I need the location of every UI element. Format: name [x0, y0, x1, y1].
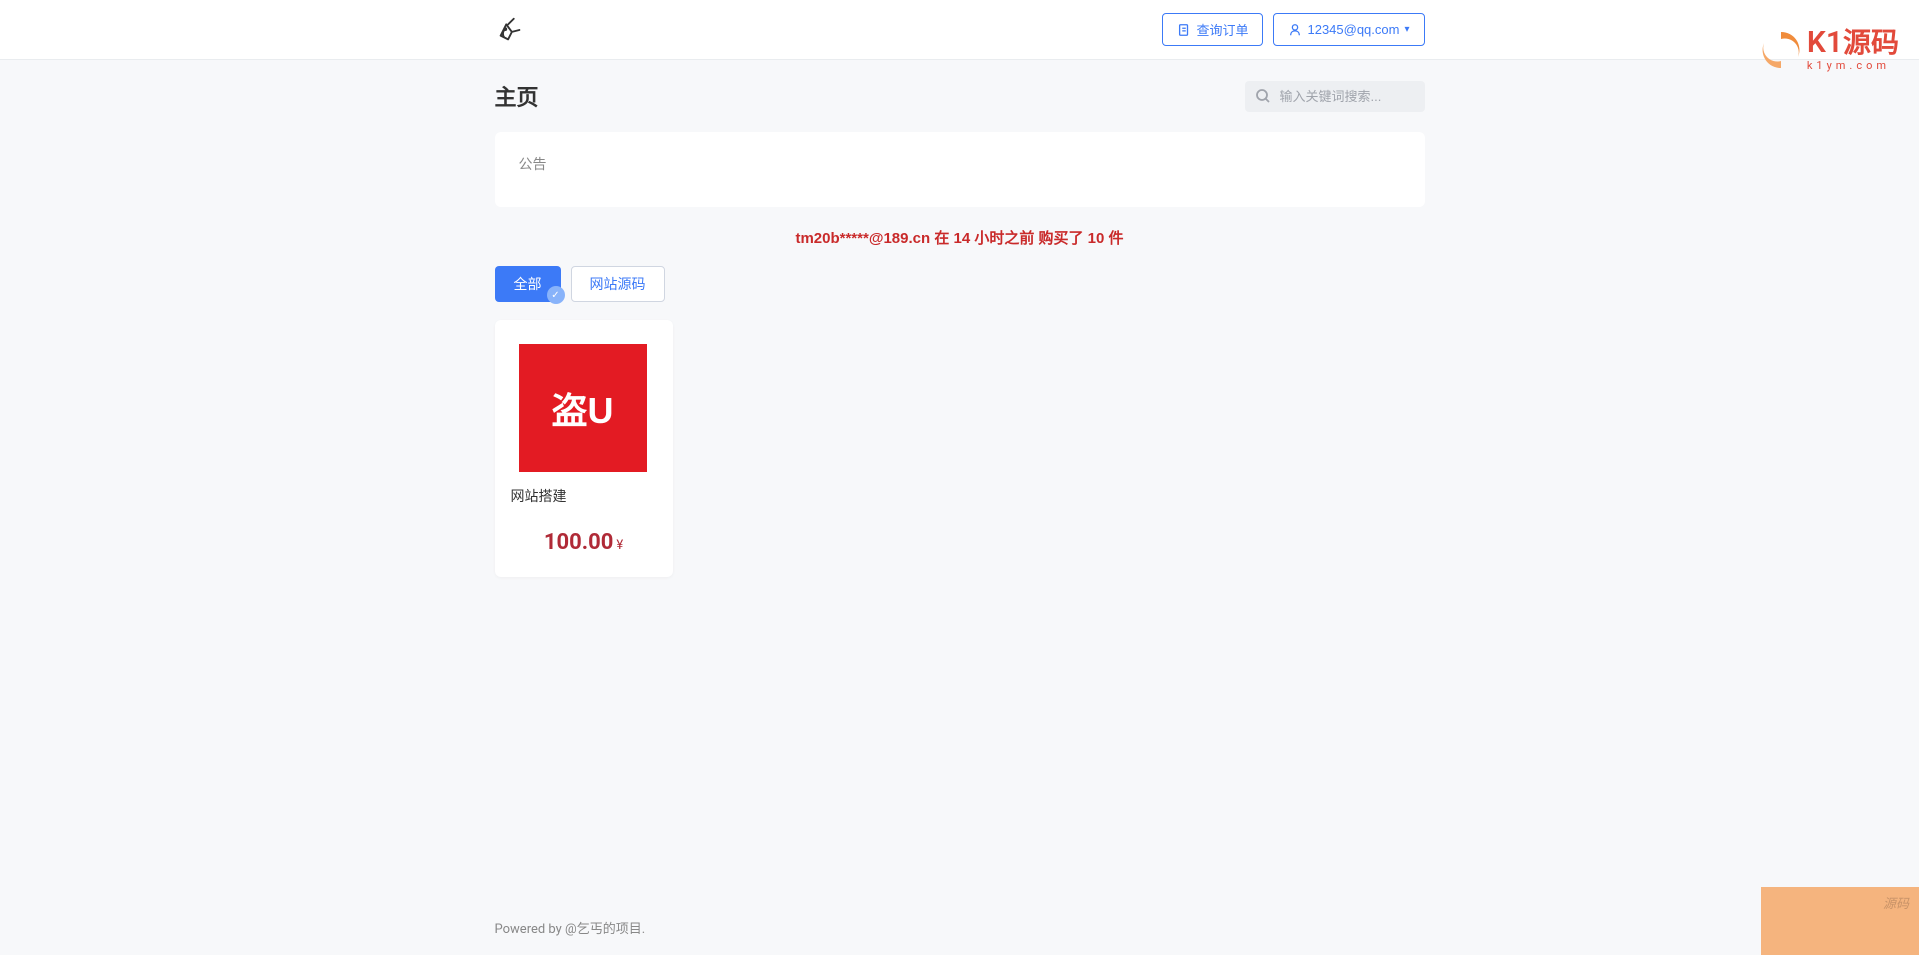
brand-sub: k1ym.com	[1807, 60, 1899, 71]
bottom-notch: 源码	[1761, 887, 1919, 955]
notch-text: 源码	[1883, 893, 1909, 912]
price-symbol: ¥	[616, 538, 623, 553]
logo-icon[interactable]	[495, 15, 525, 45]
product-image-text: 盗U	[552, 382, 614, 434]
search-box	[1245, 81, 1425, 112]
product-title: 网站搭建	[495, 486, 673, 506]
announce-card: 公告	[495, 132, 1425, 207]
user-icon	[1288, 23, 1302, 37]
footer: Powered by @乞丐的项目.	[495, 900, 1425, 955]
tabs: 全部 ✓ 网站源码	[495, 266, 1425, 302]
chevron-down-icon: ▾	[1404, 24, 1409, 35]
check-icon: ✓	[547, 286, 565, 304]
page-title: 主页	[495, 80, 539, 112]
user-label: 12345@qq.com	[1307, 22, 1399, 37]
header-buttons: 查询订单 12345@qq.com ▾	[1162, 13, 1424, 46]
tab-website-source-label: 网站源码	[590, 277, 646, 293]
announce-label: 公告	[519, 154, 1401, 174]
main: 主页 公告 tm20b*****@189.cn 在 14 小时之前 购买了 10…	[495, 60, 1425, 900]
tab-website-source[interactable]: 网站源码	[571, 266, 665, 302]
document-icon	[1177, 23, 1191, 37]
query-order-label: 查询订单	[1196, 20, 1248, 39]
tab-all-label: 全部	[514, 277, 542, 293]
search-icon	[1255, 88, 1271, 104]
header: 查询订单 12345@qq.com ▾	[0, 0, 1919, 60]
page-header: 主页	[495, 80, 1425, 112]
query-order-button[interactable]: 查询订单	[1162, 13, 1263, 46]
price-value: 100.00	[544, 530, 614, 555]
product-image: 盗U	[519, 344, 647, 472]
product-card[interactable]: 盗U 网站搭建 100.00¥	[495, 320, 673, 577]
user-button[interactable]: 12345@qq.com ▾	[1273, 13, 1424, 46]
search-input[interactable]	[1245, 81, 1425, 112]
product-price: 100.00¥	[495, 530, 673, 577]
product-grid: 盗U 网站搭建 100.00¥	[495, 320, 1425, 577]
header-inner: 查询订单 12345@qq.com ▾	[495, 13, 1425, 46]
footer-text: Powered by @乞丐的项目.	[495, 922, 646, 937]
tab-all[interactable]: 全部 ✓	[495, 266, 561, 302]
purchase-ticker: tm20b*****@189.cn 在 14 小时之前 购买了 10 件	[495, 227, 1425, 248]
